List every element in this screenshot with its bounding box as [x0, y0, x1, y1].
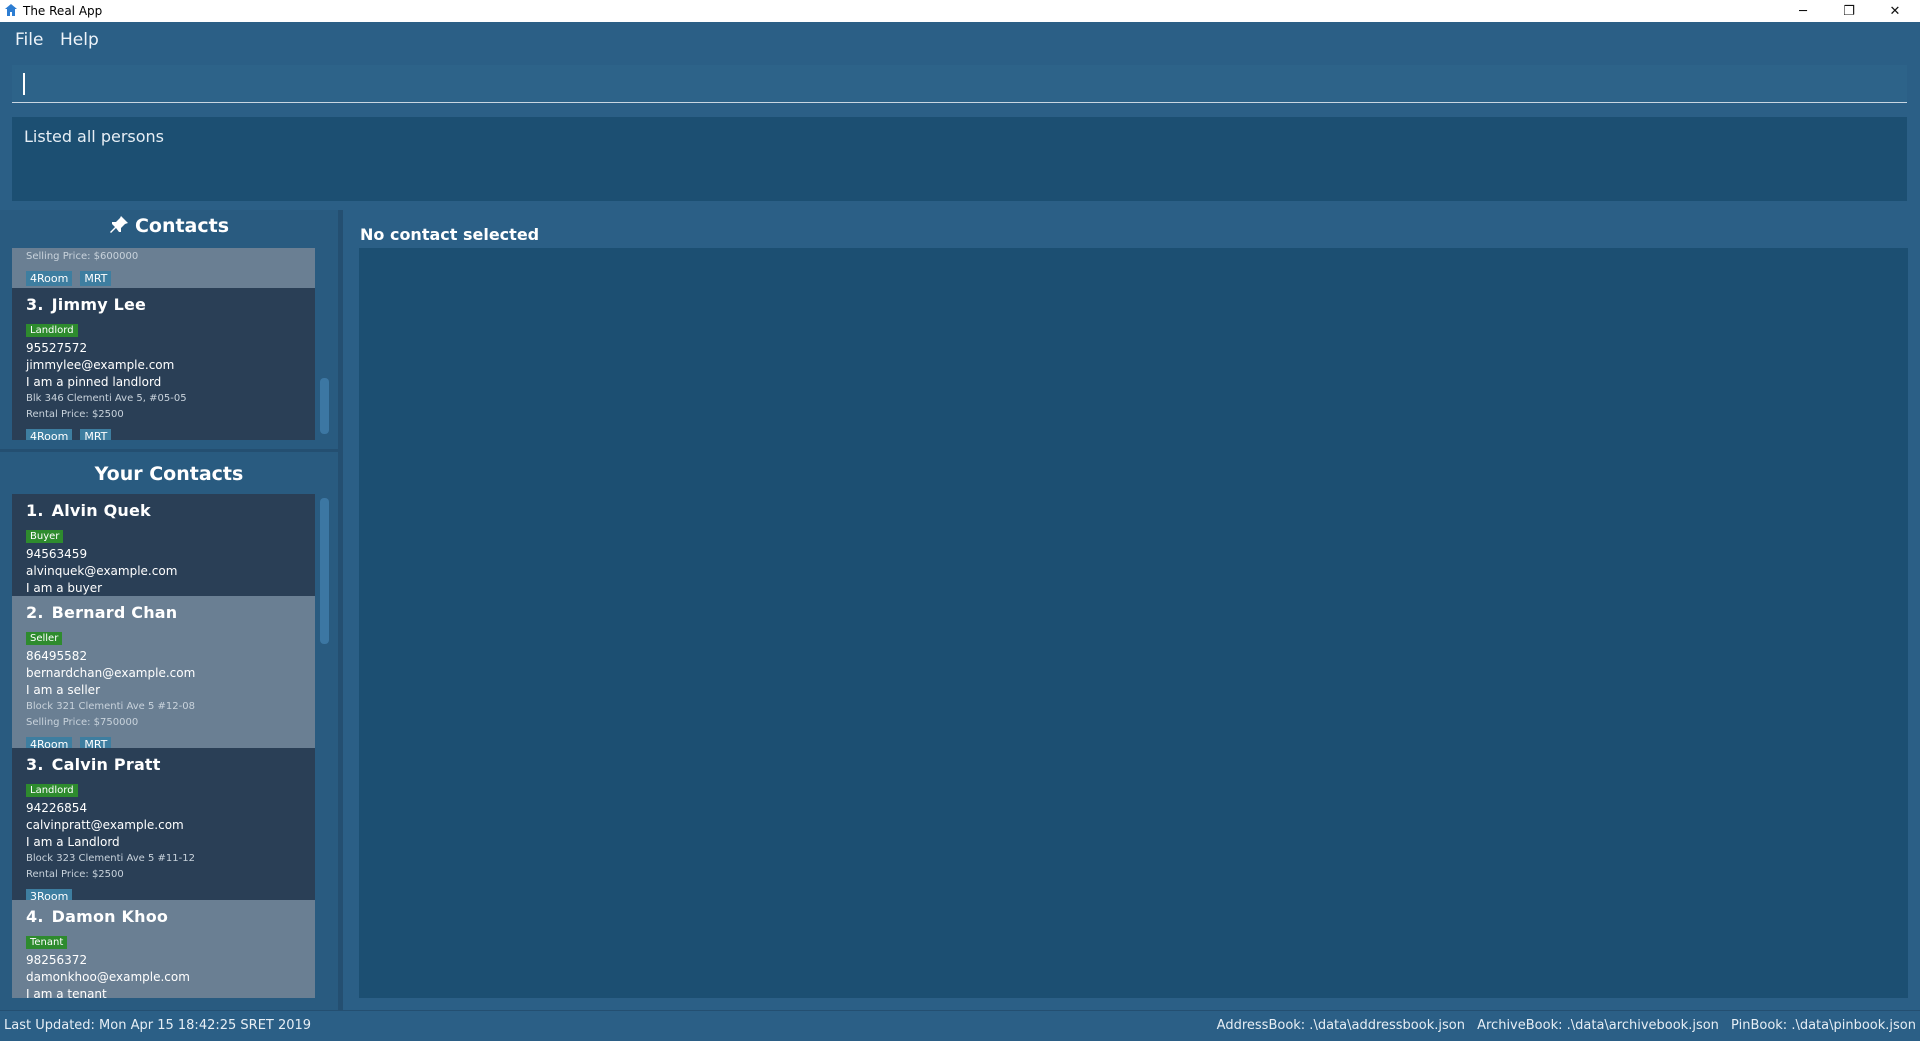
role-badge: Landlord [26, 784, 78, 797]
contact-name: 2. Bernard Chan [26, 603, 178, 622]
menu-bar: File Help [0, 22, 1920, 60]
address: Block 323 Clementi Ave 5 #11-12 [26, 853, 195, 864]
result-display: Listed all persons [12, 117, 1907, 201]
detail-title: No contact selected [360, 225, 540, 244]
role-badge: Seller [26, 632, 63, 645]
email: alvinquek@example.com [26, 564, 178, 578]
remark: I am a buyer [26, 581, 103, 595]
pinned-contacts-heading: Contacts [0, 215, 338, 237]
email: damonkhoo@example.com [26, 970, 190, 984]
restore-button[interactable]: ❐ [1826, 0, 1872, 22]
remark: I am a seller [26, 683, 100, 697]
result-text: Listed all persons [24, 127, 165, 146]
contact-list-scrollbar[interactable] [320, 498, 329, 644]
phone: 94226854 [26, 801, 88, 815]
archivebook-path: ArchiveBook: .\data\archivebook.json [1477, 1018, 1719, 1033]
remark: I am a tenant [26, 987, 107, 998]
list-item[interactable]: 2. Bernard Chan Seller 86495582 bernardch… [12, 596, 315, 752]
phone: 86495582 [26, 649, 88, 663]
contact-list[interactable]: 1. Alvin Quek Buyer 94563459 alvinquek@ex… [12, 494, 315, 998]
pinned-list[interactable]: Selling Price: $600000 4Room MRT 3. Jimmy … [12, 248, 315, 440]
remark: I am a pinned landlord [26, 375, 162, 389]
contact-name: 3. Calvin Pratt [26, 755, 161, 774]
rental-price: Rental Price: $2500 [26, 869, 124, 880]
your-contacts-heading: Your Contacts [94, 463, 244, 485]
app-title: The Real App [23, 4, 103, 18]
email: jimmylee@example.com [26, 358, 175, 372]
menu-help[interactable]: Help [60, 30, 99, 50]
minimize-button[interactable]: ─ [1780, 0, 1826, 22]
role-badge: Tenant [26, 936, 68, 949]
contact-name: 3. Jimmy Lee [26, 295, 147, 314]
pinned-card-partial[interactable]: Selling Price: $600000 4Room MRT [12, 248, 315, 288]
split-divider[interactable] [338, 210, 343, 1010]
email: calvinpratt@example.com [26, 818, 184, 832]
text-caret [23, 73, 25, 95]
last-updated: Last Updated: Mon Apr 15 18:42:25 SRET 2… [4, 1018, 312, 1033]
detail-panel [359, 248, 1908, 998]
pinbook-path: PinBook: .\data\pinbook.json [1731, 1018, 1916, 1033]
addressbook-path: AddressBook: .\data\addressbook.json [1216, 1018, 1465, 1033]
close-button[interactable]: ✕ [1872, 0, 1918, 22]
storage-paths: AddressBook: .\data\addressbook.json Arc… [1209, 1018, 1916, 1033]
tag: MRT [80, 429, 112, 440]
tag: MRT [80, 271, 112, 286]
phone: 98256372 [26, 953, 88, 967]
phone: 94563459 [26, 547, 88, 561]
address: Blk 346 Clementi Ave 5, #05-05 [26, 393, 187, 404]
selling-price: Selling Price: $600000 [26, 251, 139, 262]
email: bernardchan@example.com [26, 666, 196, 680]
panel-separator [0, 449, 338, 452]
pinned-scrollbar[interactable] [320, 378, 329, 434]
list-item[interactable]: 4. Damon Khoo Tenant 98256372 damonkhoo@e… [12, 900, 315, 998]
list-item[interactable]: 3. Calvin Pratt Landlord 94226854 calvinp… [12, 748, 315, 904]
remark: I am a Landlord [26, 835, 120, 849]
contact-name: 4. Damon Khoo [26, 907, 169, 926]
app-icon [5, 4, 17, 16]
address: Block 321 Clementi Ave 5 #12-08 [26, 701, 195, 712]
title-bar: The Real App ─ ❐ ✕ [0, 0, 1920, 22]
contact-name: 1. Alvin Quek [26, 501, 151, 520]
menu-file[interactable]: File [15, 30, 43, 50]
status-bar: Last Updated: Mon Apr 15 18:42:25 SRET 2… [0, 1010, 1920, 1041]
command-input[interactable] [12, 65, 1907, 103]
selling-price: Selling Price: $750000 [26, 717, 139, 728]
role-badge: Landlord [26, 324, 78, 337]
pin-icon [109, 216, 128, 233]
rental-price: Rental Price: $2500 [26, 409, 124, 420]
phone: 95527572 [26, 341, 88, 355]
role-badge: Buyer [26, 530, 64, 543]
pinned-card[interactable]: 3. Jimmy Lee Landlord 95527572 jimmylee@e… [12, 288, 315, 440]
tag: 4Room [26, 429, 73, 440]
pinned-title: Contacts [134, 215, 230, 237]
tag: 4Room [26, 271, 73, 286]
list-item[interactable]: 1. Alvin Quek Buyer 94563459 alvinquek@ex… [12, 494, 315, 596]
